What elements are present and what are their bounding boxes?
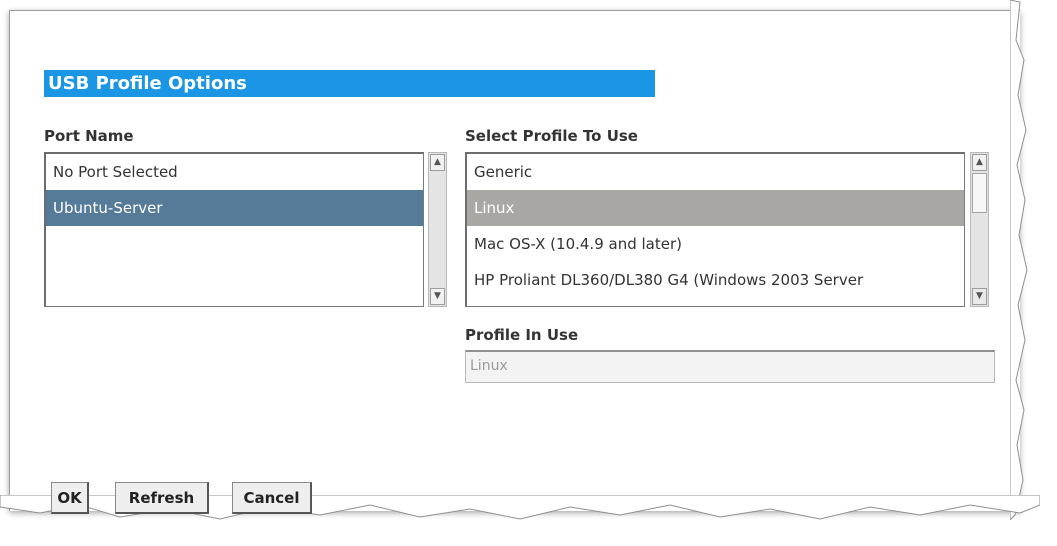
scroll-up-icon[interactable]: ▲ [430, 154, 445, 171]
dialog-title: USB Profile Options [44, 70, 655, 97]
list-item[interactable]: No Port Selected [46, 154, 423, 190]
cancel-button[interactable]: Cancel [232, 482, 312, 514]
list-item[interactable]: Mac OS-X (10.4.9 and later) [467, 226, 964, 262]
list-item[interactable]: Generic [467, 154, 964, 190]
torn-edge-right [1010, 0, 1028, 520]
select-profile-label: Select Profile To Use [465, 127, 638, 145]
scroll-down-icon[interactable]: ▼ [972, 288, 987, 305]
profile-in-use-field: Linux [465, 350, 995, 383]
list-item[interactable]: Ubuntu-Server [46, 190, 423, 226]
scroll-down-icon[interactable]: ▼ [430, 288, 445, 305]
list-item[interactable]: HP Proliant DL360/DL380 G4 (Windows 2003… [467, 262, 964, 298]
scroll-thumb[interactable] [972, 173, 987, 213]
profile-list[interactable]: Generic Linux Mac OS-X (10.4.9 and later… [465, 152, 965, 307]
profile-in-use-label: Profile In Use [465, 326, 579, 344]
port-name-scrollbar[interactable]: ▲ ▼ [428, 152, 447, 307]
profile-scrollbar[interactable]: ▲ ▼ [970, 152, 989, 307]
ok-button[interactable]: OK [51, 482, 89, 514]
port-name-list[interactable]: No Port Selected Ubuntu-Server [44, 152, 424, 307]
refresh-button[interactable]: Refresh [115, 482, 209, 514]
port-name-label: Port Name [44, 127, 134, 145]
scroll-up-icon[interactable]: ▲ [972, 154, 987, 171]
list-item[interactable]: Linux [467, 190, 964, 226]
